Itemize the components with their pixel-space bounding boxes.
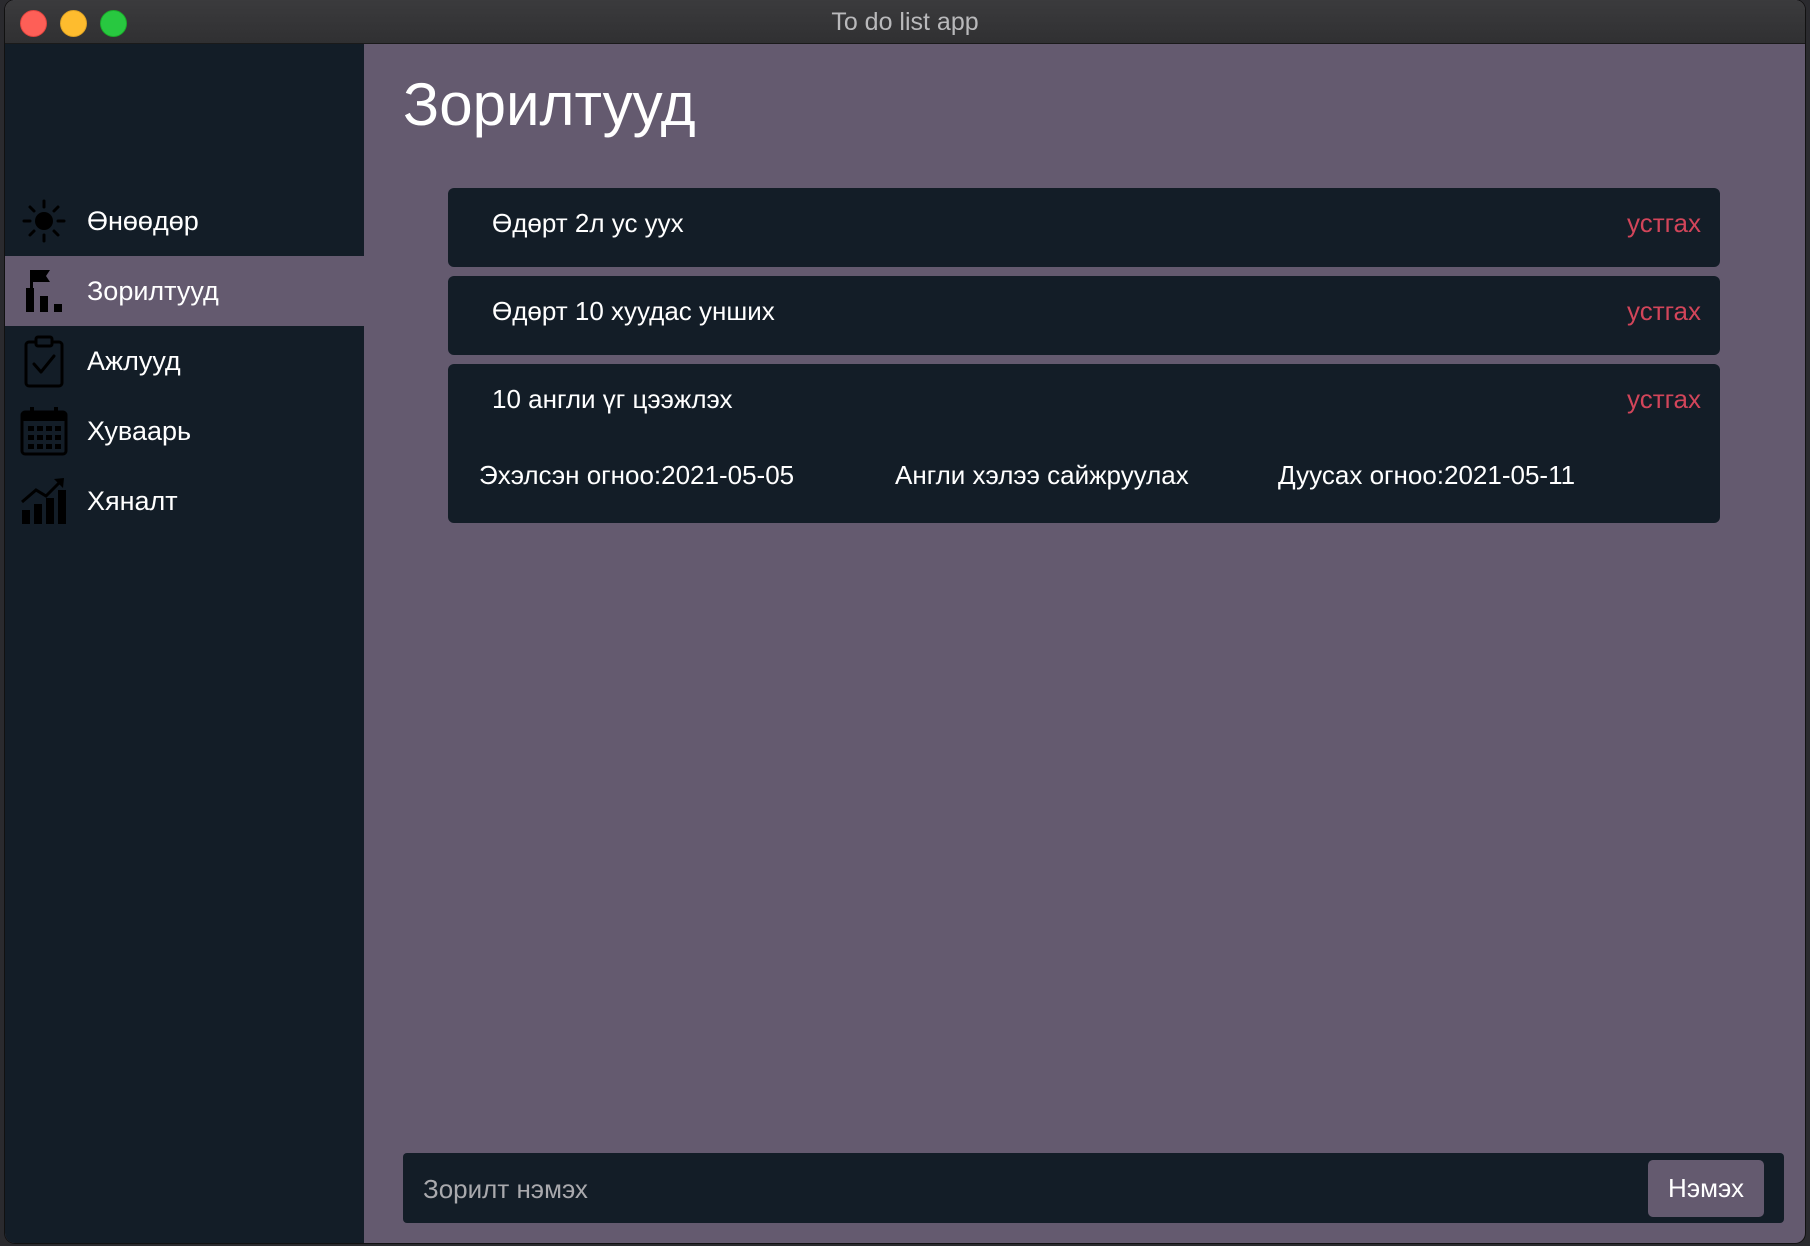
delete-goal-button[interactable]: устгах — [1627, 208, 1701, 239]
goal-title: Өдөрт 10 хуудас унших — [492, 296, 775, 326]
sidebar-item-tasks[interactable]: Ажлууд — [5, 326, 364, 396]
sidebar-item-goals[interactable]: Зорилтууд — [5, 256, 364, 326]
sun-icon — [19, 196, 69, 246]
add-goal-button[interactable]: Нэмэх — [1648, 1160, 1764, 1217]
sidebar-item-label: Зорилтууд — [87, 275, 219, 306]
goal-card: Өдөрт 2л ус уух устгах — [448, 188, 1720, 267]
calendar-icon — [19, 406, 69, 456]
sidebar-item-label: Ажлууд — [87, 345, 181, 376]
delete-goal-button[interactable]: устгах — [1627, 384, 1701, 415]
goal-card-expanded: 10 англи үг цээжлэх устгах Эхэлсэн огноо… — [448, 364, 1720, 523]
goal-title: 10 англи үг цээжлэх — [492, 384, 733, 414]
goal-card: Өдөрт 10 хуудас унших устгах — [448, 276, 1720, 355]
sidebar-item-today[interactable]: Өнөөдөр — [5, 186, 364, 256]
title-bar: To do list app — [5, 0, 1805, 44]
growth-chart-icon — [19, 476, 69, 526]
sidebar-item-schedule[interactable]: Хуваарь — [5, 396, 364, 466]
sidebar-item-monitoring[interactable]: Хяналт — [5, 466, 364, 536]
add-goal-bar: Нэмэх — [403, 1153, 1784, 1225]
window-title: To do list app — [831, 8, 979, 36]
sidebar-item-label: Хяналт — [87, 485, 178, 516]
clipboard-check-icon — [19, 335, 69, 388]
add-goal-input[interactable] — [421, 1153, 1625, 1225]
sidebar-item-label: Өнөөдөр — [87, 205, 199, 236]
goal-end-date: Дуусах огноо:2021-05-11 — [1278, 460, 1576, 490]
page-title: Зорилтууд — [403, 71, 696, 138]
goal-title: Өдөрт 2л ус уух — [492, 208, 684, 238]
sidebar: Өнөөдөр Зорилтууд Ажлууд Хуваарь Хяналт — [5, 44, 364, 1243]
goal-flag-icon — [19, 266, 69, 316]
goal-start-date: Эхэлсэн огноо:2021-05-05 — [479, 460, 795, 490]
app-window: To do list app Өнөөдөр Зорилтууд Ажлууд … — [5, 0, 1805, 1243]
delete-goal-button[interactable]: устгах — [1627, 296, 1701, 327]
sidebar-item-label: Хуваарь — [87, 415, 192, 446]
goal-description: Англи хэлээ сайжруулах — [895, 460, 1189, 490]
